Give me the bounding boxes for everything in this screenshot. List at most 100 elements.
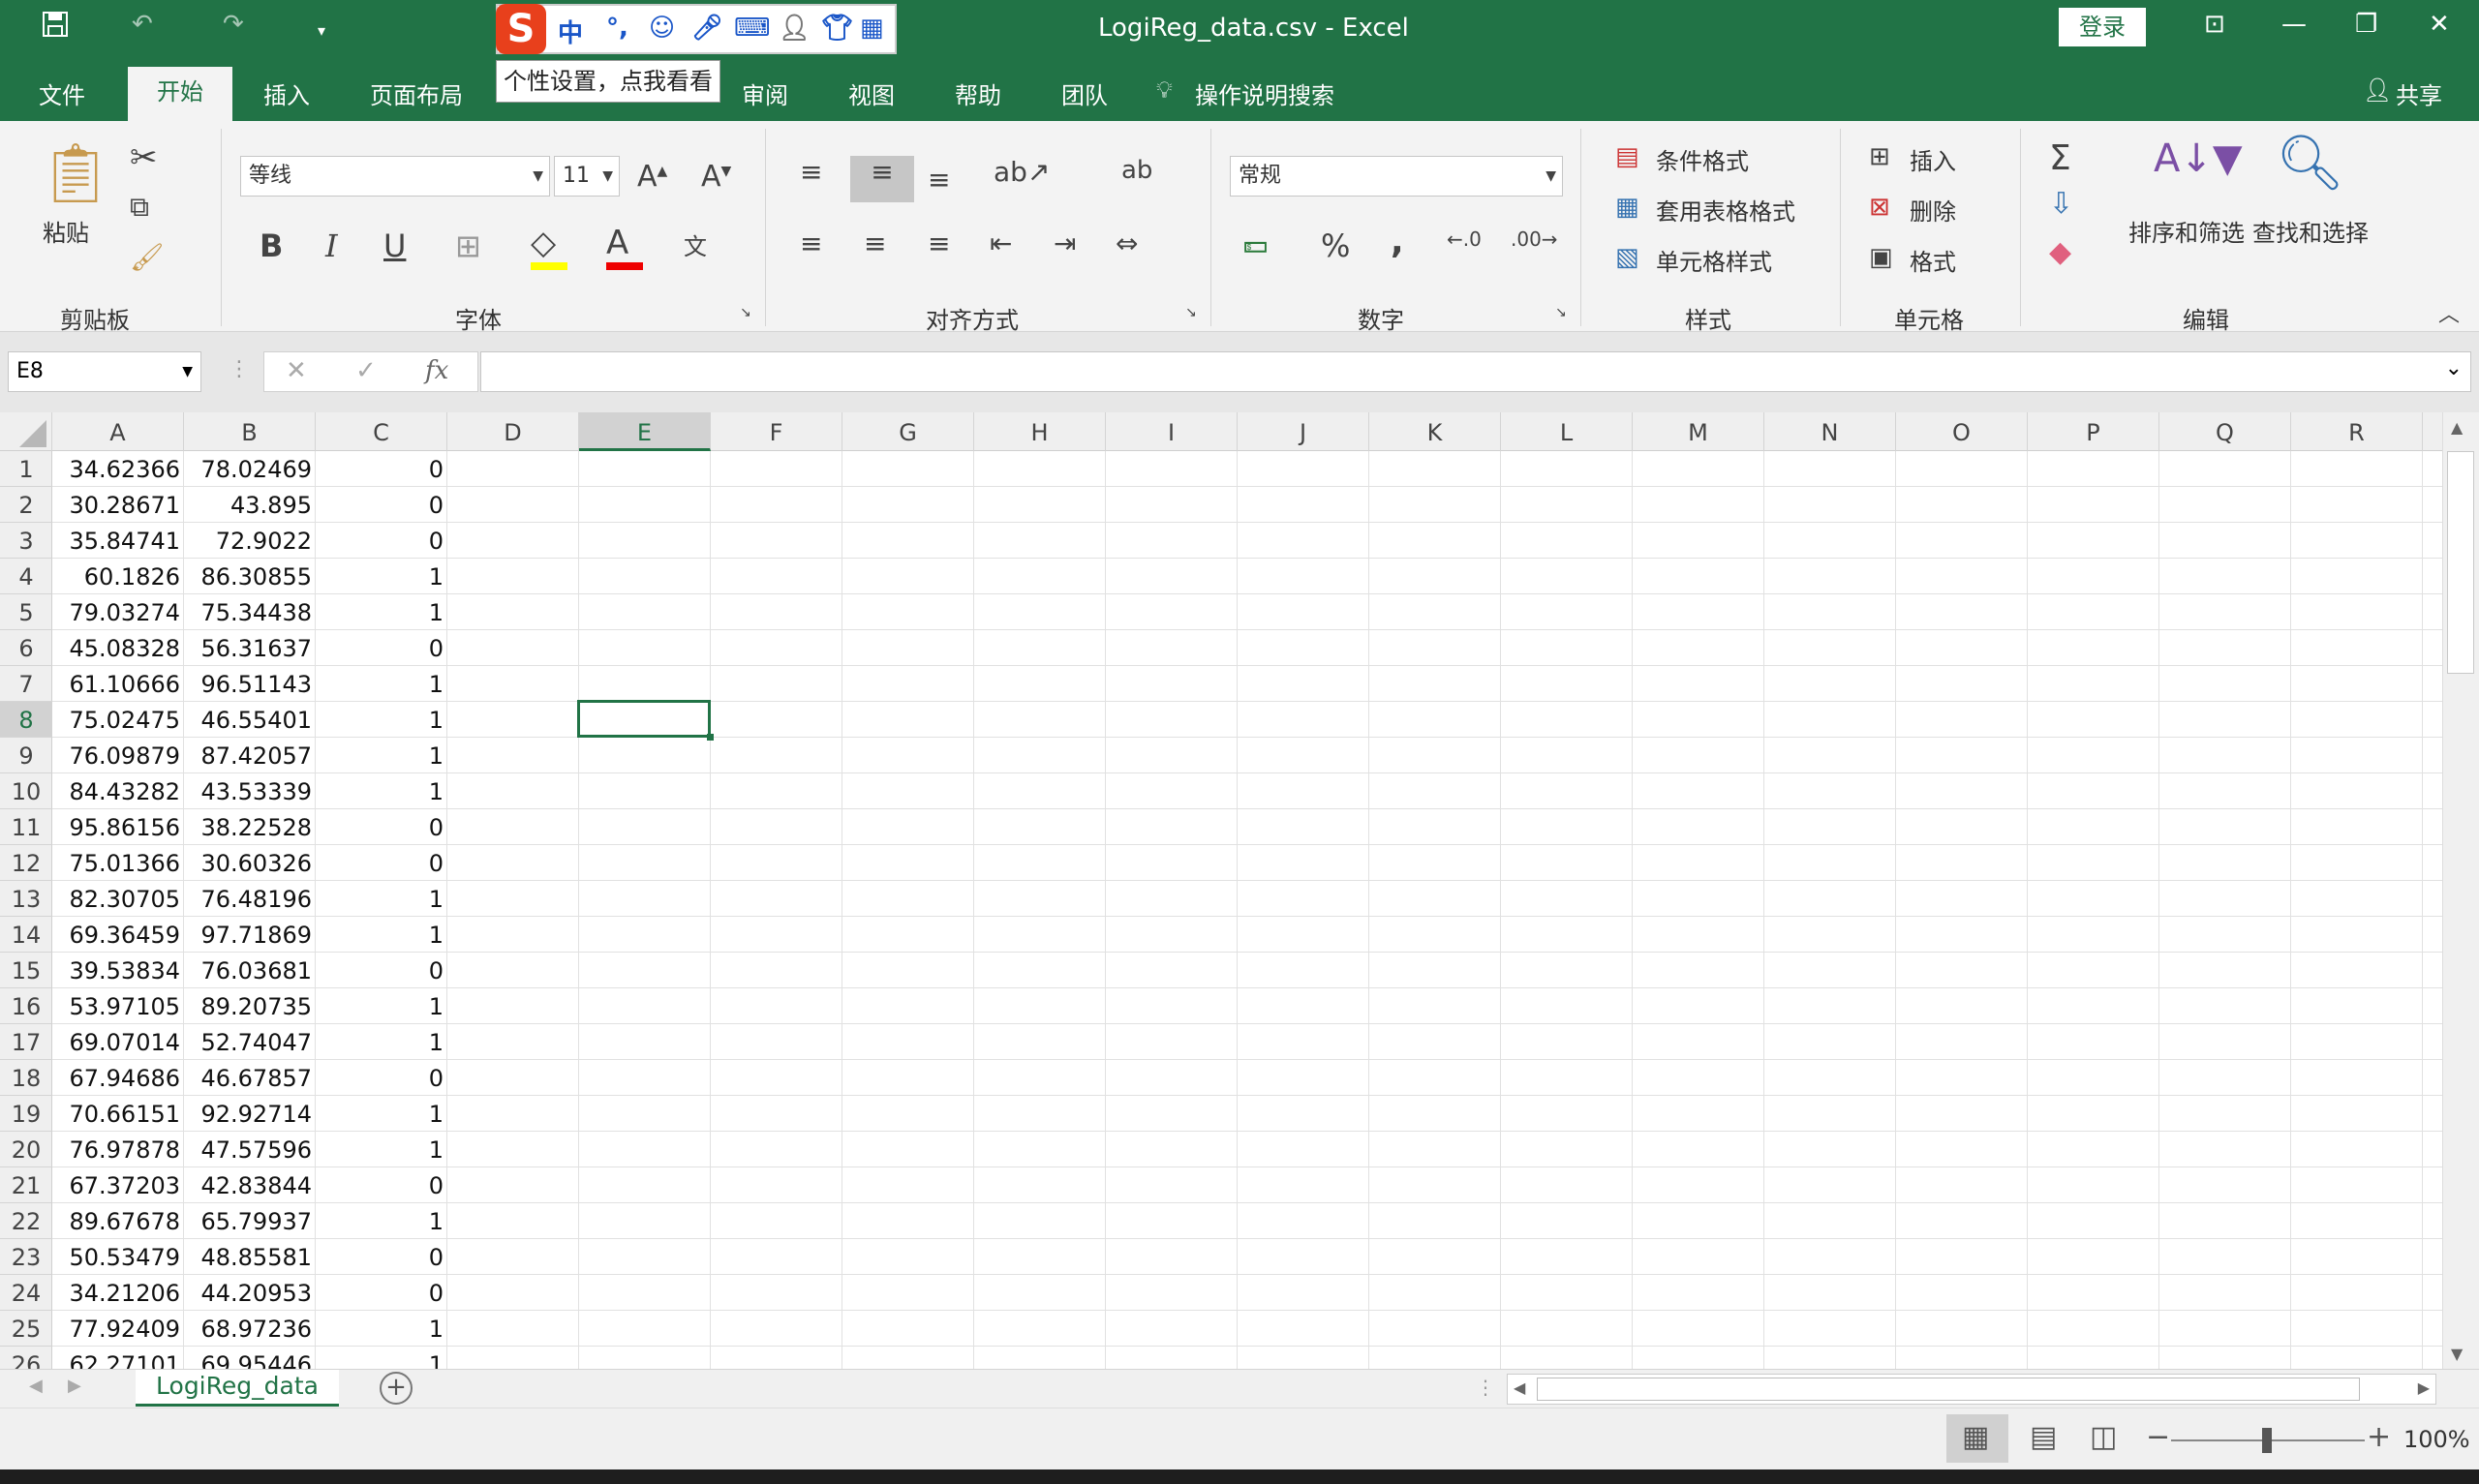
column-header-i[interactable]: I bbox=[1106, 412, 1238, 451]
cell-a15[interactable]: 39.53834 bbox=[52, 953, 184, 988]
insert-function-button[interactable]: fx bbox=[425, 356, 448, 385]
zoom-slider[interactable] bbox=[2171, 1428, 2365, 1453]
orientation-icon[interactable]: ab↗ bbox=[994, 156, 1050, 188]
column-header-g[interactable]: G bbox=[842, 412, 974, 451]
vertical-scrollbar[interactable]: ▲ ▼ bbox=[2442, 412, 2479, 1369]
cut-icon[interactable]: ✂ bbox=[130, 138, 158, 177]
user-icon[interactable]: 👤︎ bbox=[779, 14, 811, 43]
cell-a5[interactable]: 79.03274 bbox=[52, 594, 184, 630]
tab-view[interactable]: 视图 bbox=[848, 76, 895, 110]
insert-cells-button[interactable]: 插入 bbox=[1910, 142, 1956, 176]
row-header[interactable]: 1 bbox=[0, 451, 52, 487]
paste-icon[interactable]: 📋︎ bbox=[39, 138, 112, 207]
horizontal-scroll-thumb[interactable] bbox=[1537, 1378, 2360, 1401]
font-dialog-launcher-icon[interactable]: ↘ bbox=[740, 305, 751, 320]
cell-c14[interactable]: 1 bbox=[316, 917, 447, 953]
font-name-combo[interactable]: 等线 ▼ bbox=[240, 156, 550, 197]
scroll-up-icon[interactable]: ▲ bbox=[2451, 418, 2463, 437]
tab-review[interactable]: 审阅 bbox=[742, 76, 788, 110]
row-header[interactable]: 12 bbox=[0, 845, 52, 881]
comma-style-button[interactable]: , bbox=[1391, 222, 1404, 261]
shrink-font-icon[interactable]: A▼ bbox=[701, 160, 731, 194]
cell-b18[interactable]: 46.67857 bbox=[184, 1060, 316, 1096]
cell-c7[interactable]: 1 bbox=[316, 666, 447, 702]
grow-font-icon[interactable]: A▲ bbox=[637, 160, 667, 194]
number-dialog-launcher-icon[interactable]: ↘ bbox=[1555, 305, 1567, 320]
row-header[interactable]: 17 bbox=[0, 1024, 52, 1060]
merge-center-icon[interactable]: ⇔ bbox=[1116, 227, 1138, 259]
borders-icon[interactable]: ⊞ bbox=[455, 227, 481, 264]
percent-style-button[interactable]: % bbox=[1321, 227, 1350, 264]
cell-c1[interactable]: 0 bbox=[316, 451, 447, 487]
row-header[interactable]: 6 bbox=[0, 630, 52, 666]
row-header[interactable]: 9 bbox=[0, 738, 52, 773]
cell-styles-button[interactable]: 单元格样式 bbox=[1656, 243, 1772, 277]
align-left-icon[interactable]: ≡ bbox=[800, 227, 822, 259]
vertical-scroll-thumb[interactable] bbox=[2447, 451, 2474, 674]
new-sheet-icon[interactable]: + bbox=[380, 1372, 413, 1405]
row-header[interactable]: 2 bbox=[0, 487, 52, 523]
cell-c11[interactable]: 0 bbox=[316, 809, 447, 845]
worksheet-grid[interactable]: ABCDEFGHIJKLMNOPQR 1 2 3 4 5 6 7 8 9 10 11 12 13 14 15… bbox=[0, 412, 2442, 1369]
column-header-f[interactable]: F bbox=[711, 412, 842, 451]
cell-a9[interactable]: 76.09879 bbox=[52, 738, 184, 773]
ime-punct-toggle[interactable]: °, bbox=[606, 14, 628, 43]
formula-input[interactable]: ⌄ bbox=[480, 351, 2471, 392]
cell-c15[interactable]: 0 bbox=[316, 953, 447, 988]
copy-icon[interactable]: ⧉ bbox=[130, 191, 149, 224]
cell-c12[interactable]: 0 bbox=[316, 845, 447, 881]
cell-a7[interactable]: 61.10666 bbox=[52, 666, 184, 702]
cell-b6[interactable]: 56.31637 bbox=[184, 630, 316, 666]
toolbox-icon[interactable]: ▦ bbox=[860, 14, 884, 43]
row-header[interactable]: 7 bbox=[0, 666, 52, 702]
cell-a24[interactable]: 34.21206 bbox=[52, 1275, 184, 1311]
redo-icon[interactable]: ↷ bbox=[223, 10, 244, 39]
ime-mode-toggle[interactable]: 中 bbox=[558, 14, 583, 49]
tab-team[interactable]: 团队 bbox=[1061, 76, 1108, 110]
cell-b25[interactable]: 68.97236 bbox=[184, 1311, 316, 1347]
cell-b3[interactable]: 72.9022 bbox=[184, 523, 316, 559]
paste-button[interactable]: 粘贴 bbox=[43, 214, 89, 248]
cell-a16[interactable]: 53.97105 bbox=[52, 988, 184, 1024]
tab-home[interactable]: 开始 bbox=[128, 67, 232, 121]
cell-a20[interactable]: 76.97878 bbox=[52, 1132, 184, 1167]
cell-b5[interactable]: 75.34438 bbox=[184, 594, 316, 630]
horizontal-scrollbar[interactable]: ◀ ▶ bbox=[1507, 1374, 2436, 1405]
login-button[interactable]: 登录 bbox=[2059, 8, 2146, 46]
cell-c23[interactable]: 0 bbox=[316, 1239, 447, 1275]
cell-b2[interactable]: 43.895 bbox=[184, 487, 316, 523]
minimize-icon[interactable]: — bbox=[2281, 10, 2307, 39]
cell-a25[interactable]: 77.92409 bbox=[52, 1311, 184, 1347]
splitter-icon[interactable]: ⋮ bbox=[1476, 1376, 1495, 1399]
row-header[interactable]: 21 bbox=[0, 1167, 52, 1203]
increase-indent-icon[interactable]: ⇥ bbox=[1054, 227, 1076, 259]
alignment-dialog-launcher-icon[interactable]: ↘ bbox=[1185, 305, 1197, 320]
cell-a21[interactable]: 67.37203 bbox=[52, 1167, 184, 1203]
cell-c3[interactable]: 0 bbox=[316, 523, 447, 559]
cell-b22[interactable]: 65.79937 bbox=[184, 1203, 316, 1239]
row-header[interactable]: 25 bbox=[0, 1311, 52, 1347]
skin-icon[interactable]: 👕︎ bbox=[821, 14, 853, 43]
tab-file[interactable]: 文件 bbox=[39, 76, 85, 110]
cell-b4[interactable]: 86.30855 bbox=[184, 559, 316, 594]
phonetic-icon[interactable]: 文 bbox=[684, 227, 707, 261]
decrease-decimal-icon[interactable]: .00→ bbox=[1511, 227, 1558, 251]
save-icon[interactable] bbox=[41, 10, 70, 45]
scroll-left-icon[interactable]: ◀ bbox=[1514, 1378, 1525, 1397]
cell-c8[interactable]: 1 bbox=[316, 702, 447, 738]
align-right-icon[interactable]: ≡ bbox=[928, 227, 950, 259]
format-painter-icon[interactable]: 🖌︎ bbox=[130, 241, 165, 273]
cancel-icon[interactable]: ✕ bbox=[286, 356, 307, 385]
font-color-icon[interactable]: A bbox=[606, 224, 643, 270]
align-top-icon[interactable]: ≡ bbox=[800, 156, 822, 188]
cell-a22[interactable]: 89.67678 bbox=[52, 1203, 184, 1239]
column-header-e[interactable]: E bbox=[579, 412, 711, 451]
cell-b10[interactable]: 43.53339 bbox=[184, 773, 316, 809]
font-size-combo[interactable]: 11 ▼ bbox=[554, 156, 620, 197]
row-header[interactable]: 22 bbox=[0, 1203, 52, 1239]
tell-me-search[interactable]: 操作说明搜索 bbox=[1195, 76, 1334, 110]
cell-b17[interactable]: 52.74047 bbox=[184, 1024, 316, 1060]
cell-c2[interactable]: 0 bbox=[316, 487, 447, 523]
select-all-button[interactable] bbox=[0, 412, 52, 451]
row-header[interactable]: 5 bbox=[0, 594, 52, 630]
